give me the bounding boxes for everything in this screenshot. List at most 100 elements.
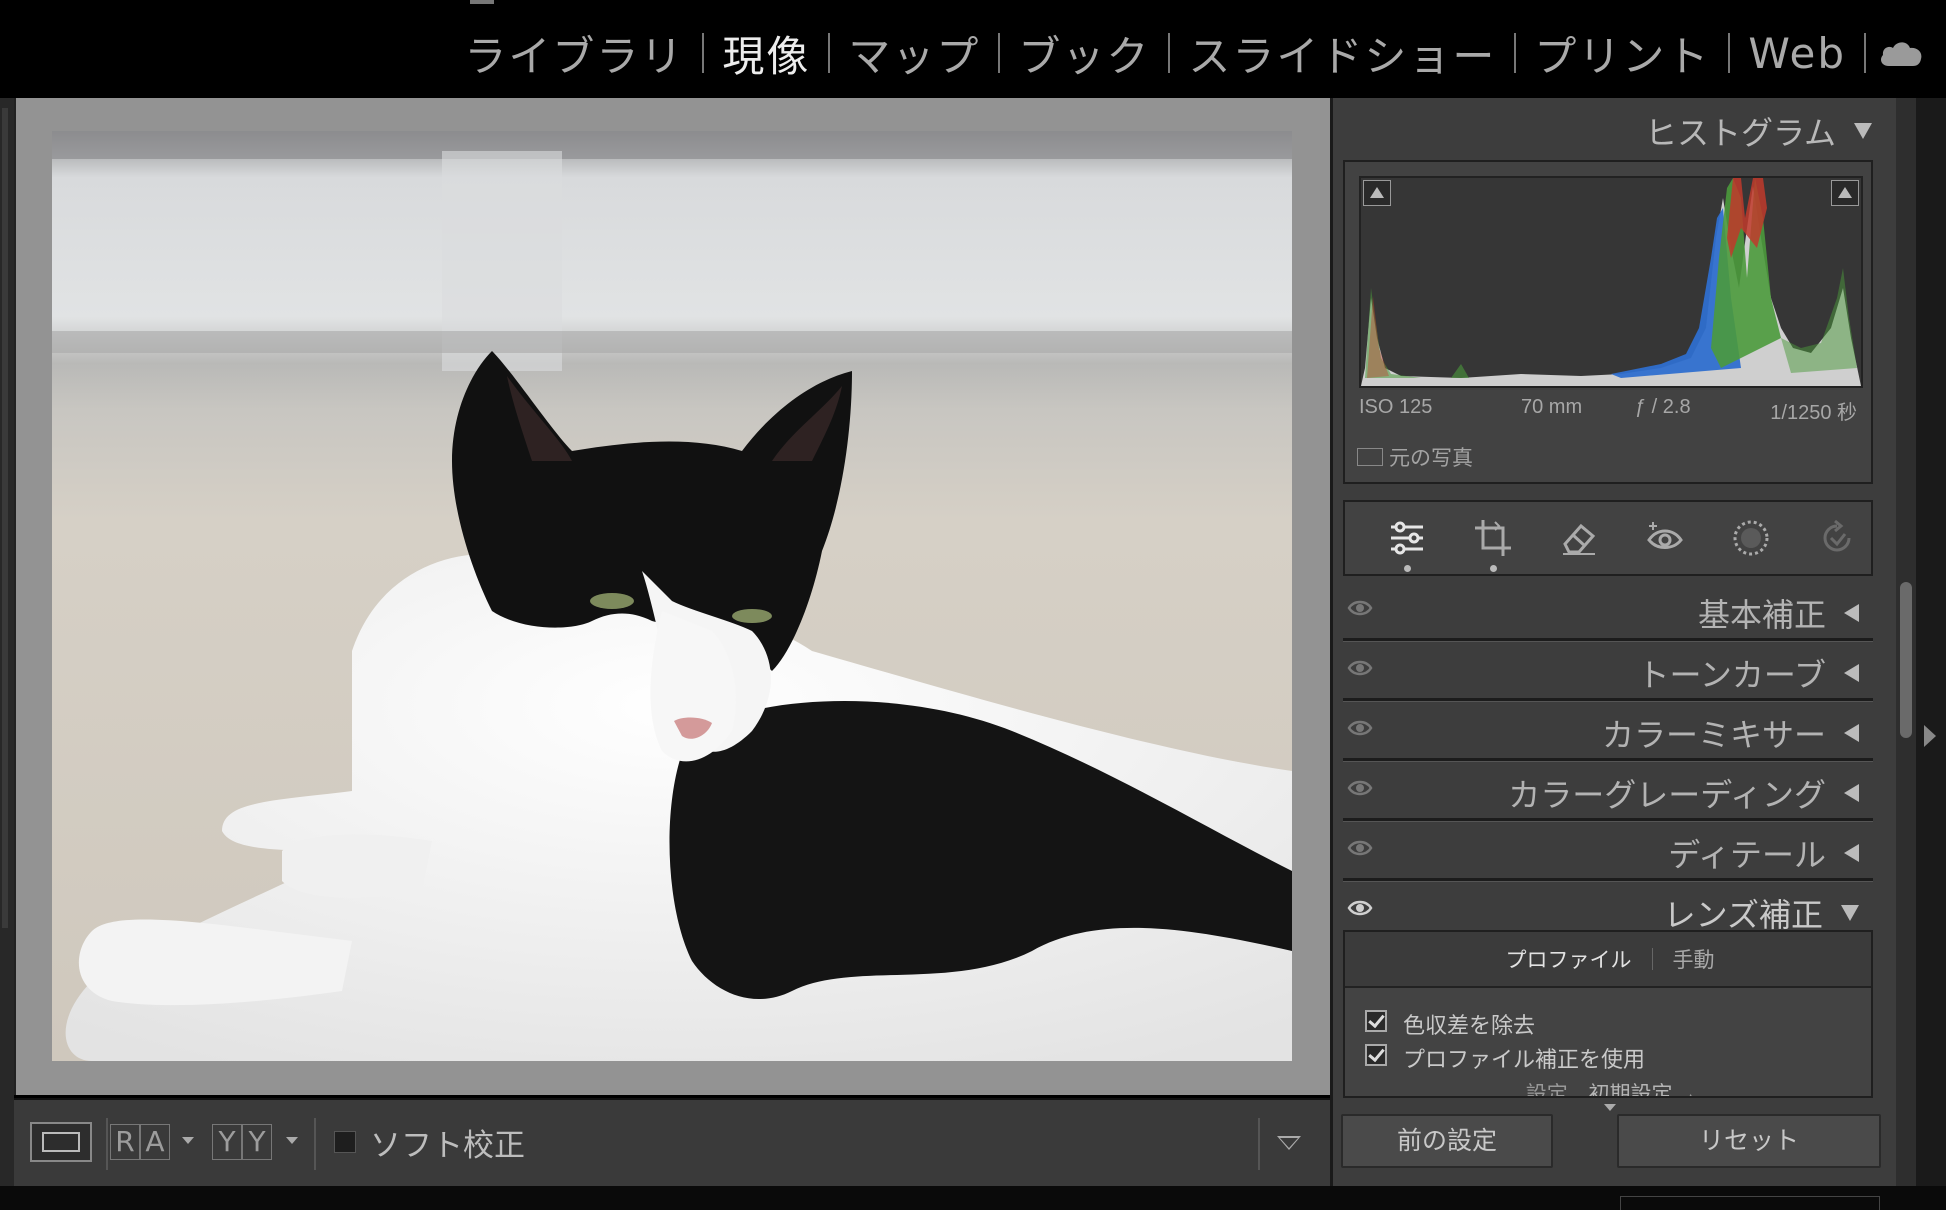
expand-triangle-icon <box>1844 784 1859 802</box>
module-print[interactable]: プリント <box>1516 23 1728 84</box>
section-tone-curve-header: トーンカーブ <box>1638 650 1859 696</box>
section-label: カラーミキサー <box>1601 716 1826 754</box>
expand-triangle-icon <box>1844 724 1859 742</box>
edit-sliders-icon[interactable] <box>1383 514 1431 572</box>
section-lens-corrections[interactable]: レンズ補正 <box>1343 884 1873 934</box>
toolbar-separator <box>314 1118 316 1170</box>
masking-icon[interactable] <box>1727 514 1775 562</box>
exif-shutter: 1/1250 秒 <box>1770 402 1857 424</box>
section-label: カラーグレーディング <box>1508 776 1826 814</box>
cat-photo[interactable] <box>52 131 1292 1061</box>
before-letter[interactable]: Y <box>212 1124 242 1160</box>
module-library[interactable]: ライブラリ <box>446 23 702 84</box>
flag-reject-letter[interactable]: R <box>110 1124 140 1160</box>
eye-icon[interactable] <box>1347 778 1373 802</box>
loupe-viewer <box>14 98 1330 1095</box>
exif-iso: ISO 125 <box>1359 396 1433 418</box>
eye-icon[interactable] <box>1347 718 1373 742</box>
module-slideshow[interactable]: スライドショー <box>1170 23 1514 84</box>
scrollbar-thumb[interactable] <box>1900 582 1912 738</box>
setting-value: 初期設定 <box>1588 1082 1673 1098</box>
expand-triangle-icon <box>1844 604 1859 622</box>
module-picker-bar: ライブラリ 現像 マップ ブック スライドショー プリント Web <box>0 0 1946 98</box>
tool-active-dot <box>1404 565 1411 572</box>
previous-settings-button[interactable]: 前の設定 <box>1341 1114 1553 1168</box>
histogram-plot <box>1361 178 1861 386</box>
healing-eraser-icon[interactable] <box>1555 514 1603 562</box>
cloud-icon[interactable] <box>1866 39 1924 67</box>
section-divider <box>1343 818 1873 822</box>
left-panel-collapsed <box>0 98 14 1186</box>
module-list: ライブラリ 現像 マップ ブック スライドショー プリント Web <box>446 22 1924 84</box>
lens-tabs: プロファイル 手動 <box>1345 932 1871 988</box>
expand-triangle-icon <box>1844 664 1859 682</box>
remove-ca-label: 色収差を除去 <box>1403 1014 1536 1039</box>
toolbar-separator <box>1258 1118 1260 1170</box>
setting-label: 設定 <box>1525 1082 1568 1098</box>
section-color-grading-header: カラーグレーディング <box>1508 770 1859 816</box>
after-letter[interactable]: Y <box>242 1124 272 1160</box>
section-detail[interactable]: ディテール <box>1343 824 1873 882</box>
section-color-grading[interactable]: カラーグレーディング <box>1343 764 1873 822</box>
tool-strip <box>1343 500 1873 576</box>
loupe-view-icon[interactable] <box>30 1122 92 1162</box>
panel-collapse-arrow-icon[interactable] <box>1924 725 1936 747</box>
histogram-title: ヒストグラム <box>1644 114 1836 152</box>
chevron-down-icon[interactable] <box>182 1137 194 1144</box>
shadow-clipping-icon[interactable] <box>1363 180 1391 206</box>
module-web[interactable]: Web <box>1730 29 1864 78</box>
histogram-graph[interactable] <box>1359 176 1863 388</box>
collapse-triangle-icon <box>1841 905 1859 921</box>
right-edge <box>1916 98 1946 1186</box>
softproof-label: ソフト校正 <box>370 1128 525 1164</box>
reset-button[interactable]: リセット <box>1617 1114 1881 1168</box>
left-panel-grip[interactable] <box>2 108 8 928</box>
flag-accept-letter[interactable]: A <box>140 1124 170 1160</box>
tab-manual[interactable]: 手動 <box>1673 944 1715 974</box>
section-divider <box>1343 758 1873 762</box>
develop-right-panel: ヒストグラム ISO 125 70 mm ƒ / 2.8 1/1250 秒 元の… <box>1330 98 1896 1186</box>
eye-icon[interactable] <box>1347 598 1373 622</box>
tab-profile[interactable]: プロファイル <box>1506 944 1632 974</box>
eye-icon[interactable] <box>1347 838 1373 862</box>
exif-focal-length: 70 mm <box>1521 396 1583 418</box>
section-label: 基本補正 <box>1697 596 1826 634</box>
tab-separator <box>1651 948 1653 970</box>
module-develop[interactable]: 現像 <box>704 23 828 84</box>
section-label: ディテール <box>1668 836 1826 874</box>
eye-icon[interactable] <box>1347 658 1373 682</box>
section-detail-header: ディテール <box>1668 830 1859 876</box>
section-basic[interactable]: 基本補正 <box>1343 584 1873 642</box>
use-profile-checkbox[interactable] <box>1365 1044 1387 1066</box>
chevron-up-icon: ▴ <box>1687 1089 1695 1098</box>
expand-triangle-icon <box>1844 844 1859 862</box>
lens-setting-row[interactable]: 設定 初期設定 ▴ <box>1345 1078 1871 1098</box>
section-tone-curve[interactable]: トーンカーブ <box>1343 644 1873 702</box>
original-photo-checkbox[interactable] <box>1357 448 1383 466</box>
identity-plate-sliver <box>470 0 494 4</box>
toolbar-content-menu-icon[interactable] <box>1277 1136 1301 1150</box>
original-photo-label: 元の写真 <box>1389 446 1473 470</box>
section-divider <box>1343 878 1873 882</box>
histogram-panel: ISO 125 70 mm ƒ / 2.8 1/1250 秒 元の写真 <box>1343 160 1873 484</box>
remove-ca-checkbox[interactable] <box>1365 1010 1387 1032</box>
module-map[interactable]: マップ <box>830 23 998 84</box>
eye-icon[interactable] <box>1347 898 1373 922</box>
histogram-header[interactable]: ヒストグラム <box>1645 108 1872 154</box>
tool-active-dot <box>1490 565 1497 572</box>
filmstrip-control[interactable] <box>1620 1196 1880 1210</box>
chevron-down-icon[interactable] <box>286 1137 298 1144</box>
panel-scroll-caret-icon <box>1604 1104 1616 1111</box>
crop-icon[interactable] <box>1469 514 1517 572</box>
history-icon[interactable] <box>1813 514 1861 562</box>
section-label: トーンカーブ <box>1637 656 1826 694</box>
softproof-checkbox[interactable] <box>334 1131 356 1153</box>
red-eye-icon[interactable] <box>1641 514 1689 562</box>
highlight-clipping-icon[interactable] <box>1831 180 1859 206</box>
lens-corrections-panel: プロファイル 手動 色収差を除去 プロファイル補正を使用 設定 初期設定 ▴ <box>1343 930 1873 1098</box>
photo-image <box>52 131 1292 1061</box>
module-book[interactable]: ブック <box>1000 23 1168 84</box>
collapse-triangle-icon <box>1854 123 1872 139</box>
section-color-mixer[interactable]: カラーミキサー <box>1343 704 1873 762</box>
viewer-toolbar: R A Y Y ソフト校正 <box>14 1098 1330 1186</box>
